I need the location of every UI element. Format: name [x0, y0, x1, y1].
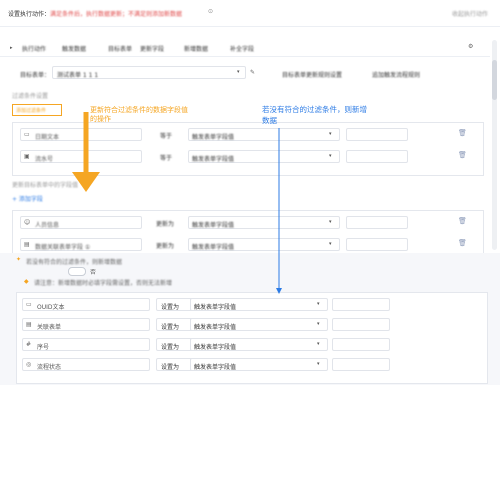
- orange-arrow-head: [72, 172, 100, 192]
- annotation-arrows: [72, 112, 282, 294]
- blue-arrow-head: [276, 288, 282, 294]
